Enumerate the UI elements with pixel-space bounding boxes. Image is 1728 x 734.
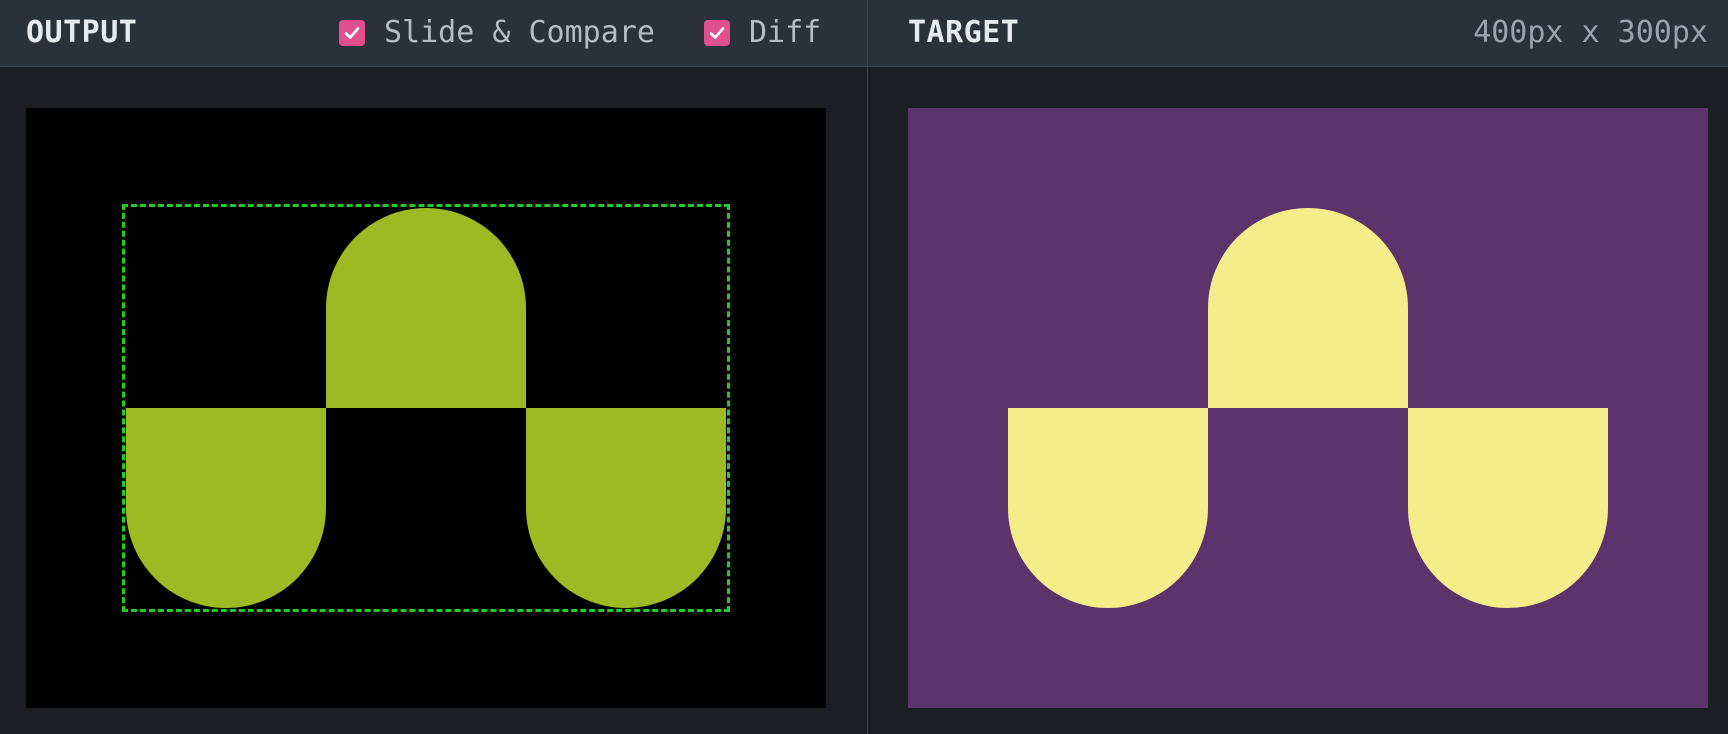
output-pane: OUTPUT Slide & Compare Diff <box>0 0 867 734</box>
output-canvas[interactable] <box>26 108 826 708</box>
target-canvas <box>908 108 1708 708</box>
target-shape-left <box>1008 408 1208 608</box>
target-header: TARGET 400px x 300px <box>868 0 1728 67</box>
output-title: OUTPUT <box>26 15 138 50</box>
slide-compare-label: Slide & Compare <box>384 15 655 50</box>
output-shape-middle <box>326 208 526 408</box>
diff-label: Diff <box>749 15 822 50</box>
slide-compare-checkbox[interactable] <box>339 20 365 46</box>
output-shape-right <box>526 408 726 608</box>
output-shape-left <box>126 408 326 608</box>
target-title: TARGET <box>908 15 1020 50</box>
diff-checkbox[interactable] <box>704 20 730 46</box>
checkmark-icon <box>344 27 360 39</box>
target-dimensions: 400px x 300px <box>1473 15 1708 50</box>
slide-compare-toggle[interactable]: Slide & Compare <box>339 15 655 51</box>
target-shape-middle <box>1208 208 1408 408</box>
target-shape-right <box>1408 408 1608 608</box>
checkmark-icon <box>709 27 725 39</box>
output-header: OUTPUT Slide & Compare Diff <box>0 0 867 67</box>
app-window: OUTPUT Slide & Compare Diff TARGET 400px… <box>0 0 1728 734</box>
diff-toggle[interactable]: Diff <box>704 15 821 51</box>
target-pane: TARGET 400px x 300px <box>868 0 1728 734</box>
